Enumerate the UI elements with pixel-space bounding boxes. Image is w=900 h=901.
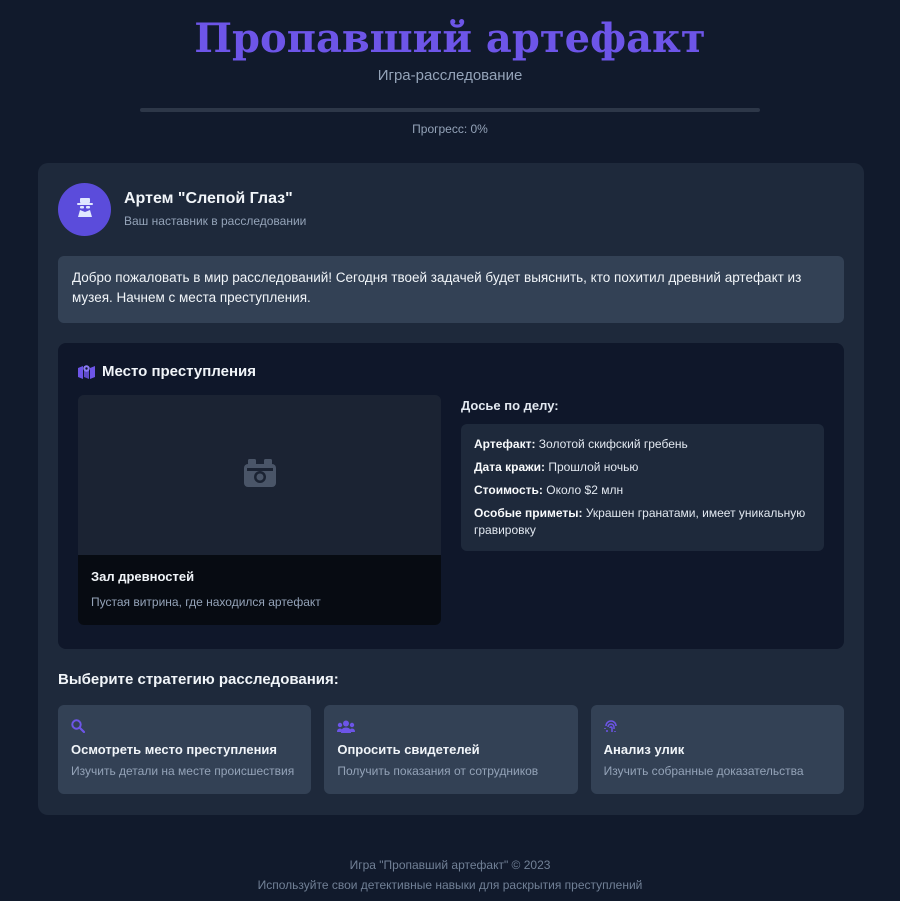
map-location-icon bbox=[78, 364, 95, 379]
dossier-box: Артефакт: Золотой скифский гребень Дата … bbox=[461, 424, 824, 551]
strategy-title: Анализ улик bbox=[603, 742, 685, 757]
dossier-label: Стоимость: bbox=[474, 483, 543, 497]
mentor: Артем "Слепой Глаз" Ваш наставник в расс… bbox=[58, 182, 844, 236]
users-icon bbox=[337, 718, 564, 734]
crime-scene-panel: Место преступления Зал древностей Пустая… bbox=[58, 343, 844, 649]
main-card: Артем "Слепой Глаз" Ваш наставник в расс… bbox=[38, 163, 864, 815]
mentor-role: Ваш наставник в расследовании bbox=[124, 214, 307, 228]
dossier-label: Артефакт: bbox=[474, 437, 536, 451]
strategy-title: Осмотреть место преступления bbox=[71, 742, 277, 757]
strategy-desc: Изучить детали на месте происшествия bbox=[71, 764, 295, 778]
dossier-row-features: Особые приметы: Украшен гранатами, имеет… bbox=[474, 505, 811, 539]
progress-label: Прогресс: 0% bbox=[412, 122, 488, 136]
dossier-row-artifact: Артефакт: Золотой скифский гребень bbox=[474, 436, 811, 453]
strategy-desc: Получить показания от сотрудников bbox=[337, 764, 539, 778]
strategy-desc: Изучить собранные доказательства bbox=[603, 764, 804, 778]
progress-bar bbox=[140, 108, 760, 112]
detective-icon bbox=[74, 196, 96, 223]
strategy-witnesses-button[interactable]: Опросить свидетелей Получить показания о… bbox=[324, 705, 578, 794]
page-header: Пропавший артефакт Игра-расследование Пр… bbox=[0, 0, 900, 136]
strategy-options: Осмотреть место преступления Изучить дет… bbox=[58, 705, 844, 794]
fingerprint-icon bbox=[603, 718, 831, 734]
footer-copyright: Игра "Пропавший артефакт" © 2023 bbox=[349, 858, 551, 872]
dossier-value: Прошлой ночью bbox=[545, 460, 639, 474]
strategy-inspect-button[interactable]: Осмотреть место преступления Изучить дет… bbox=[58, 705, 312, 794]
avatar bbox=[58, 182, 111, 236]
dossier-row-value: Стоимость: Около $2 млн bbox=[474, 482, 811, 499]
footer-tagline: Используйте свои детективные навыки для … bbox=[257, 878, 643, 892]
case-dossier: Досье по делу: Артефакт: Золотой скифски… bbox=[461, 395, 824, 625]
dossier-value: Около $2 млн bbox=[542, 483, 624, 497]
strategy-heading: Выберите стратегию расследования: bbox=[58, 671, 339, 688]
camera-icon bbox=[243, 458, 276, 492]
mentor-message: Добро пожаловать в мир расследований! Се… bbox=[58, 256, 844, 323]
dossier-value: Золотой скифский гребень bbox=[535, 437, 688, 451]
page-title: Пропавший артефакт bbox=[194, 15, 706, 62]
mentor-name: Артем "Слепой Глаз" bbox=[124, 190, 293, 207]
strategy-evidence-button[interactable]: Анализ улик Изучить собранные доказатель… bbox=[590, 705, 844, 794]
scene-title: Место преступления bbox=[102, 363, 256, 380]
scene-photo-card[interactable]: Зал древностей Пустая витрина, где наход… bbox=[78, 395, 441, 625]
strategy-title: Опросить свидетелей bbox=[337, 742, 480, 757]
dossier-label: Особые приметы: bbox=[474, 506, 583, 520]
page-footer: Игра "Пропавший артефакт" © 2023 Использ… bbox=[0, 855, 900, 895]
search-icon bbox=[71, 718, 298, 734]
dossier-row-date: Дата кражи: Прошлой ночью bbox=[474, 459, 811, 476]
dossier-heading: Досье по делу: bbox=[461, 398, 559, 413]
scene-photo-desc: Пустая витрина, где находился артефакт bbox=[91, 595, 321, 609]
scene-photo-title: Зал древностей bbox=[91, 569, 195, 584]
scene-photo bbox=[78, 395, 441, 555]
dossier-label: Дата кражи: bbox=[474, 460, 545, 474]
page-subtitle: Игра-расследование bbox=[377, 67, 523, 84]
